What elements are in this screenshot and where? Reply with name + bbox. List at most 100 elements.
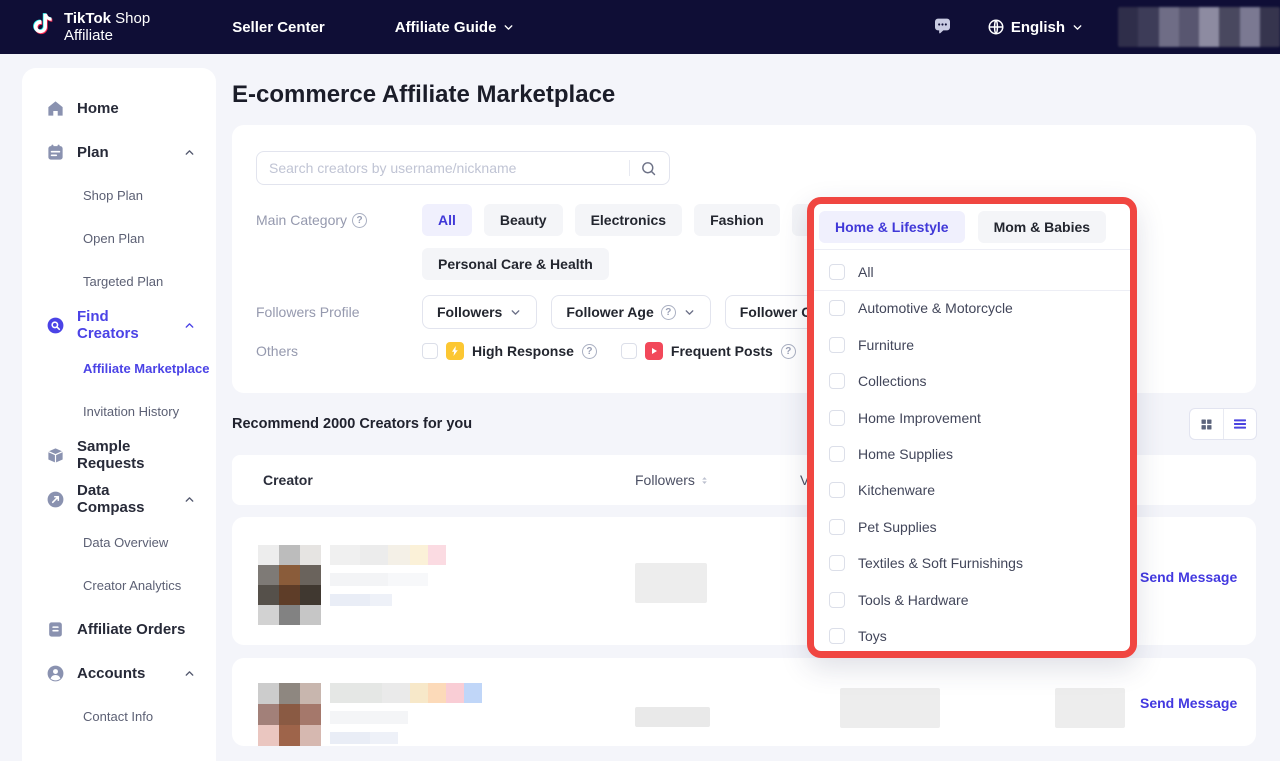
nav-link-seller-center[interactable]: Seller Center (232, 19, 325, 36)
dropdown-option-label: Furniture (858, 337, 914, 353)
redacted-text-line (330, 732, 398, 744)
category-chip-mom-babies[interactable]: Mom & Babies (978, 211, 1106, 243)
checkbox[interactable] (829, 592, 845, 608)
redacted-text-line (330, 711, 408, 724)
followers-count-redacted (635, 707, 710, 727)
checkbox[interactable] (829, 446, 845, 462)
dropdown-option-automotive-motorcycle[interactable]: Automotive & Motorcycle (814, 290, 1130, 326)
checkbox[interactable] (829, 410, 845, 426)
checkbox[interactable] (829, 373, 845, 389)
dropdown-option-textiles-soft-furnishings[interactable]: Textiles & Soft Furnishings (814, 545, 1130, 581)
redacted-pixel (1219, 7, 1239, 47)
dropdown-option-tools-hardware[interactable]: Tools & Hardware (814, 582, 1130, 618)
sidebar-subitem-affiliate-marketplace[interactable]: Affiliate Marketplace (22, 347, 216, 390)
redacted-pixel (370, 594, 392, 606)
checkbox[interactable] (829, 264, 845, 280)
sidebar-subitem-invitation-history[interactable]: Invitation History (22, 390, 216, 433)
redacted-pixel (279, 565, 300, 585)
category-chip-personal-care-health[interactable]: Personal Care & Health (422, 248, 609, 280)
divider (814, 249, 1130, 250)
help-icon[interactable]: ? (661, 305, 676, 320)
checkbox[interactable] (829, 628, 845, 644)
dropdown-option-furniture[interactable]: Furniture (814, 327, 1130, 363)
redacted-pixel (1179, 7, 1199, 47)
search-icon[interactable] (640, 160, 657, 177)
accounts-icon (46, 664, 65, 683)
search-box[interactable] (256, 151, 670, 185)
dropdown-option-collections[interactable]: Collections (814, 363, 1130, 399)
sidebar-item-label: Plan (77, 144, 109, 161)
column-followers[interactable]: Followers (635, 455, 710, 505)
category-chip-beauty[interactable]: Beauty (484, 204, 563, 236)
creator-row[interactable]: Send Message (232, 658, 1256, 746)
chevron-down-icon (1071, 21, 1084, 34)
checkbox[interactable] (829, 337, 845, 353)
category-chip-home-lifestyle[interactable]: Home & Lifestyle (819, 211, 965, 243)
redacted-pixel (1260, 7, 1280, 47)
sidebar-item-affiliate-orders[interactable]: Affiliate Orders (22, 607, 216, 651)
language-label: English (1011, 19, 1065, 36)
help-icon[interactable]: ? (781, 344, 796, 359)
category-chip-all[interactable]: All (422, 204, 472, 236)
redacted-pixel (330, 594, 370, 606)
follower-age-dropdown[interactable]: Follower Age? (551, 295, 710, 329)
sidebar-subitem-targeted-plan[interactable]: Targeted Plan (22, 260, 216, 303)
redacted-pixel (330, 683, 382, 703)
followers-count-redacted (635, 563, 707, 603)
nav-link-affiliate-guide[interactable]: Affiliate Guide (395, 19, 516, 36)
sidebar-subitem-open-plan[interactable]: Open Plan (22, 217, 216, 260)
sidebar-item-data-compass[interactable]: Data Compass (22, 477, 216, 521)
redacted-pixel (258, 704, 279, 725)
sidebar-subitem-data-overview[interactable]: Data Overview (22, 521, 216, 564)
dropdown-option-pet-supplies[interactable]: Pet Supplies (814, 509, 1130, 545)
redacted-pixel (446, 683, 464, 703)
sidebar-item-home[interactable]: Home (22, 86, 216, 130)
chat-icon[interactable] (932, 17, 953, 37)
help-icon[interactable]: ? (582, 344, 597, 359)
redacted-text-line (330, 545, 446, 565)
sidebar-subitem-creator-analytics[interactable]: Creator Analytics (22, 564, 216, 607)
sidebar-item-accounts[interactable]: Accounts (22, 651, 216, 695)
checkbox[interactable] (829, 300, 845, 316)
home-icon (46, 99, 65, 118)
creator-avatar-redacted (258, 683, 321, 746)
sidebar-item-plan[interactable]: Plan (22, 130, 216, 174)
dropdown-option-kitchenware[interactable]: Kitchenware (814, 472, 1130, 508)
redacted-pixel (410, 545, 428, 565)
sidebar-subitem-contact-info[interactable]: Contact Info (22, 695, 216, 738)
dropdown-option-label: Tools & Hardware (858, 592, 969, 608)
redacted-pixel (1118, 7, 1138, 47)
dropdown-option-all[interactable]: All (814, 254, 1130, 290)
sidebar-item-sample-requests[interactable]: Sample Requests (22, 433, 216, 477)
dropdown-option-toys[interactable]: Toys (814, 618, 1130, 654)
tiktok-shop-affiliate-logo[interactable]: TikTok Shop Affiliate (30, 10, 150, 44)
send-message-button[interactable]: Send Message (1140, 695, 1237, 711)
category-chip-electronics[interactable]: Electronics (575, 204, 682, 236)
language-selector[interactable]: English (987, 18, 1084, 36)
checkbox[interactable] (422, 343, 438, 359)
category-chip-fashion[interactable]: Fashion (694, 204, 780, 236)
redacted-pixel (1138, 7, 1158, 47)
dropdown-option-home-supplies[interactable]: Home Supplies (814, 436, 1130, 472)
sort-icon[interactable] (699, 475, 710, 486)
filter-option-label: High Response (472, 343, 574, 359)
user-account-redacted[interactable] (1118, 7, 1280, 47)
filter-option-high-response[interactable]: High Response? (422, 342, 597, 360)
dropdown-option-home-improvement[interactable]: Home Improvement (814, 400, 1130, 436)
checkbox[interactable] (829, 519, 845, 535)
search-input[interactable] (269, 160, 629, 176)
followers-dropdown[interactable]: Followers (422, 295, 537, 329)
redacted-pixel (410, 683, 428, 703)
list-view-button[interactable] (1223, 409, 1256, 439)
checkbox[interactable] (829, 482, 845, 498)
help-icon[interactable]: ? (352, 213, 367, 228)
checkbox[interactable] (829, 555, 845, 571)
filter-option-label: Frequent Posts (671, 343, 773, 359)
send-message-button[interactable]: Send Message (1140, 569, 1237, 585)
sidebar-item-find-creators[interactable]: Find Creators (22, 303, 216, 347)
chevron-up-icon (183, 319, 196, 332)
checkbox[interactable] (621, 343, 637, 359)
sidebar-subitem-shop-plan[interactable]: Shop Plan (22, 174, 216, 217)
grid-view-button[interactable] (1190, 409, 1223, 439)
filter-option-frequent-posts[interactable]: Frequent Posts? (621, 342, 796, 360)
